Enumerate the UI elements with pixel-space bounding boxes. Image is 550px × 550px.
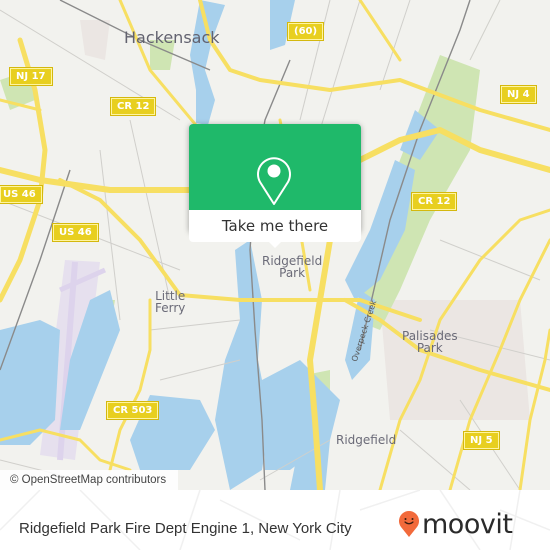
place-label-hackensack: Hackensack: [124, 28, 220, 47]
road-shield-route-60: (60): [286, 22, 325, 41]
map-pin-icon: [257, 157, 291, 205]
map-view[interactable]: Hackensack Little Ferry Ridgefield Park …: [0, 0, 550, 490]
popup-pointer: [267, 240, 283, 248]
road-shield-us-46: US 46: [0, 185, 43, 204]
road-shield-us-46: US 46: [52, 223, 99, 242]
place-label-palisades-park: Palisades Park: [402, 329, 458, 355]
road-shield-nj-5: NJ 5: [463, 431, 500, 450]
place-label-little-ferry: Little Ferry: [155, 289, 186, 315]
road-shield-cr-12: CR 12: [109, 97, 157, 116]
place-label-ridgefield: Ridgefield: [336, 433, 397, 447]
popup-header: [189, 124, 361, 210]
place-label-ridgefield-park: Ridgefield Park: [262, 254, 323, 280]
road-shield-cr-503: CR 503: [105, 401, 160, 420]
road-shield-cr-12: CR 12: [410, 192, 458, 211]
footer: Ridgefield Park Fire Dept Engine 1, New …: [0, 490, 550, 550]
road-shield-nj-4: NJ 4: [500, 85, 537, 104]
road-shield-nj-17: NJ 17: [9, 67, 53, 86]
moovit-wordmark: moovit: [422, 508, 513, 540]
take-me-there-button[interactable]: Take me there: [189, 210, 361, 242]
location-title: Ridgefield Park Fire Dept Engine 1, New …: [19, 520, 352, 537]
map-attribution[interactable]: © OpenStreetMap contributors: [0, 470, 179, 490]
moovit-pin-icon: [399, 511, 419, 537]
take-me-there-popup[interactable]: Take me there: [189, 124, 361, 248]
moovit-logo[interactable]: moovit: [398, 508, 513, 540]
